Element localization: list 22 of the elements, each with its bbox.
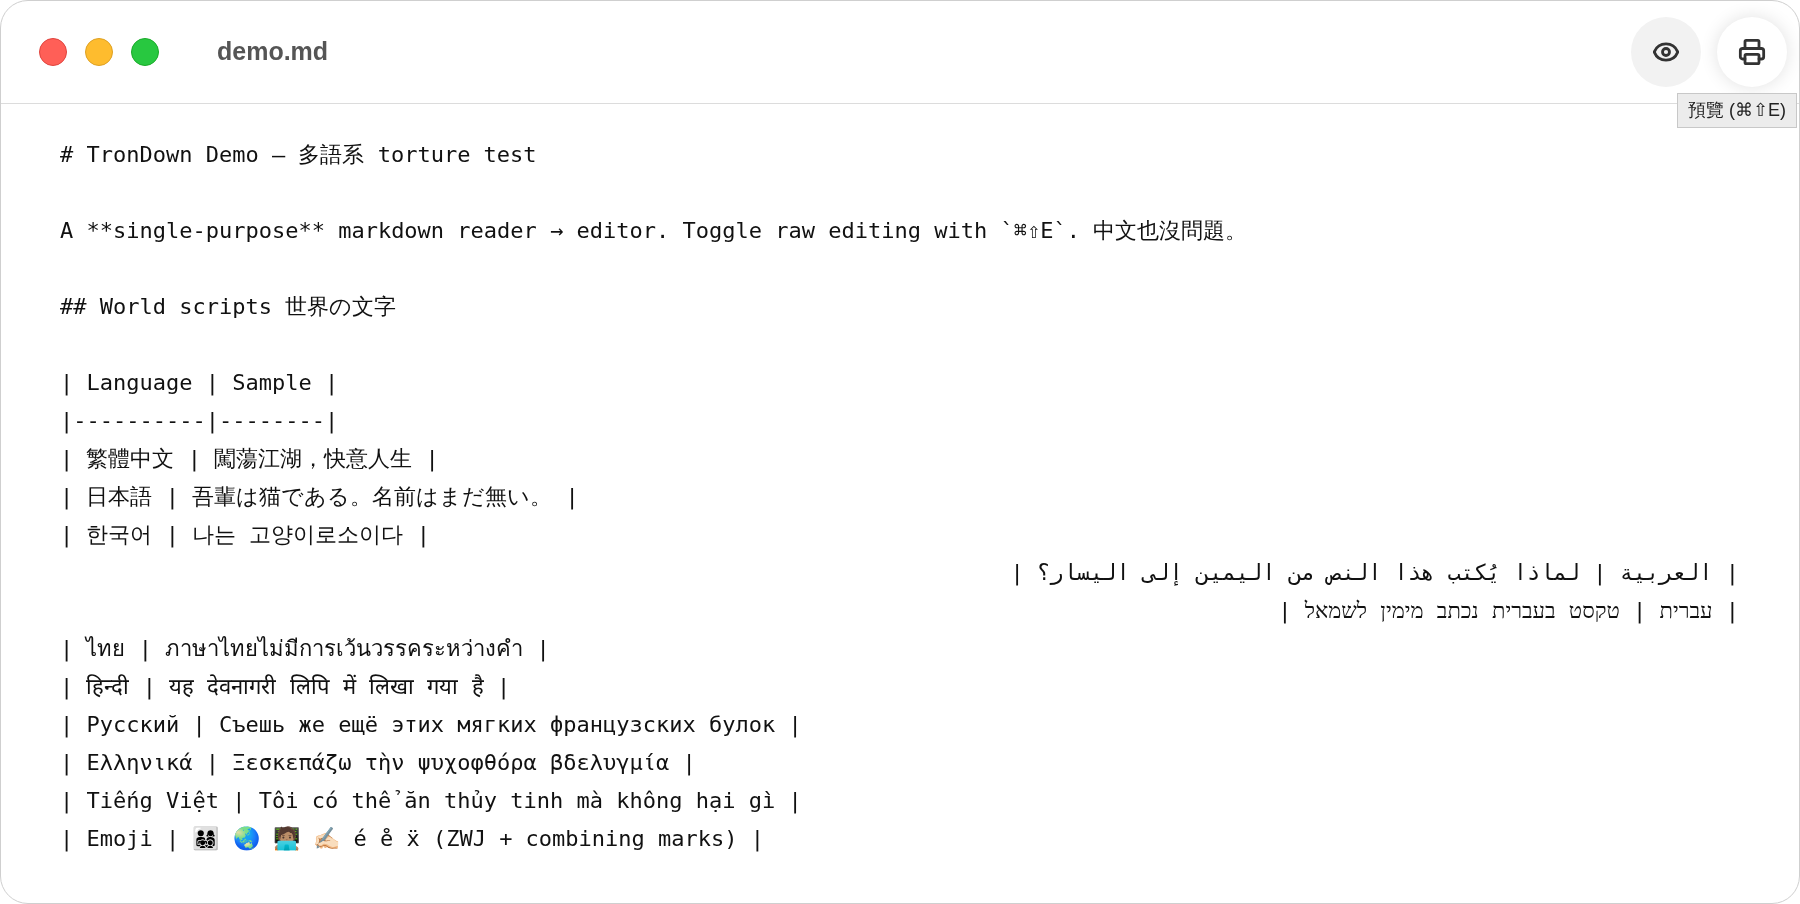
editor-line: | العربية | لماذا يُكتب هذا النص من اليمين إلى اليسار؟ |	[1010, 559, 1739, 588]
editor-line: ## World scripts 世界の文字	[60, 293, 397, 321]
editor-line: | Emoji | 👨‍👩‍👧‍👦 🌏 🧑🏽‍💻 ✍🏻 é e̊ ẍ (ZWJ + combining marks) |	[60, 825, 765, 854]
printer-icon	[1738, 38, 1766, 66]
editor-line: | Русский | Съешь же ещё этих мягких французских булок |	[60, 711, 802, 740]
editor-line: | עברית | טקסט בעברית נכתב מימין לשמאל |	[1278, 597, 1739, 626]
editor-line: A **single-purpose** markdown reader → editor. Toggle raw editing with `⌘⇧E`. 中文也沒問題。	[60, 217, 1248, 245]
minimize-button[interactable]	[85, 38, 113, 66]
editor-line: | ไทย | ภาษาไทยไม่มีการเว้นวรรคระหว่างคำ |	[60, 635, 550, 664]
editor-line: | Ελληνικά | Ξεσκεπάζω τὴν ψυχοφθόρα βδελυγμία |	[60, 749, 696, 778]
tooltip: 預覽 (⌘⇧E)	[1677, 93, 1797, 128]
editor-line: | Language | Sample |	[60, 369, 339, 398]
editor-line: # TronDown Demo — 多語系 torture test	[60, 141, 537, 169]
editor-line: |----------|--------|	[60, 407, 339, 436]
editor-line: | Tiếng Việt | Tôi có thể ăn thủy tinh mà không hại gì |	[60, 787, 802, 816]
zoom-button[interactable]	[131, 38, 159, 66]
editor-line: | 繁體中文 | 闖蕩江湖，快意人生 |	[60, 445, 439, 474]
editor-line: | हिन्दी | यह देवनागरी लिपि में लिखा गया है |	[60, 673, 511, 702]
editor-line: | 日本語 | 吾輩は猫である。名前はまだ無い。 |	[60, 483, 579, 512]
close-button[interactable]	[39, 38, 67, 66]
editor-line: | 한국어 | 나는 고양이로소이다 |	[60, 521, 430, 550]
window-title: demo.md	[217, 36, 329, 68]
